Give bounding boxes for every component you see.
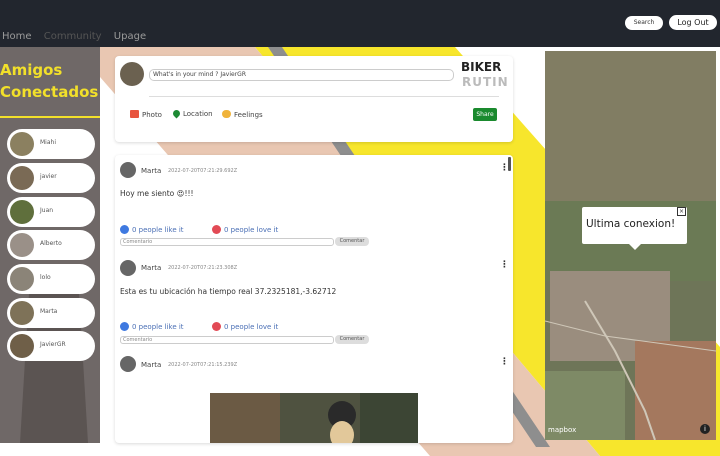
like-button[interactable]: 0 people like it	[120, 322, 184, 331]
friend-item[interactable]: Marta	[7, 298, 95, 328]
info-icon[interactable]: i	[700, 424, 710, 434]
friend-item[interactable]: Miahi	[7, 129, 95, 159]
location-pin-icon	[171, 108, 182, 119]
nav-home[interactable]: Home	[2, 31, 32, 42]
love-button[interactable]: 0 people love it	[212, 225, 278, 234]
close-icon[interactable]: ×	[677, 207, 686, 216]
more-options-icon[interactable]: ⋮	[500, 163, 509, 173]
photo-icon	[130, 110, 139, 118]
feelings-button[interactable]: Feelings	[222, 110, 263, 119]
logout-button[interactable]: Log Out	[669, 15, 717, 30]
selfie-photo	[210, 393, 418, 443]
post-text: Hoy me siento 😍!!!	[120, 189, 194, 198]
post-author: Marta	[141, 264, 162, 272]
post-text: Esta es tu ubicación ha tiempo real 37.2…	[120, 287, 337, 296]
sidebar-divider	[0, 116, 100, 118]
posts-feed[interactable]: Marta 2022-07-20T07:21:29.692Z ⋮ Hoy me …	[115, 155, 513, 443]
comment-button[interactable]: Comentar	[335, 237, 369, 246]
post-date: 2022-07-20T07:21:29.692Z	[168, 168, 238, 174]
post-author: Marta	[141, 361, 162, 369]
comment-input[interactable]: Comentario	[120, 238, 334, 246]
friend-item[interactable]: lolo	[7, 264, 95, 294]
nav-community[interactable]: Community	[44, 31, 102, 42]
heart-icon	[212, 322, 221, 331]
avatar	[120, 62, 144, 86]
thumbs-up-icon	[120, 225, 129, 234]
friend-item[interactable]: Alberto	[7, 230, 95, 260]
avatar	[10, 166, 34, 190]
popup-text: Ultima conexion!	[586, 218, 676, 230]
post-input[interactable]: What's in your mind ? JavierGR	[149, 69, 454, 81]
avatar	[120, 356, 136, 372]
avatar	[10, 132, 34, 156]
logo-biker: BIKER	[461, 60, 502, 74]
post-author: Marta	[141, 167, 162, 175]
sidebar-title: Amigos Conectados	[0, 61, 99, 101]
post-composer: What's in your mind ? JavierGR BIKER RUT…	[115, 56, 513, 142]
post-date: 2022-07-20T07:21:23.308Z	[168, 265, 238, 271]
avatar	[10, 267, 34, 291]
mapbox-attribution[interactable]: mapbox	[548, 426, 576, 434]
comment-input[interactable]: Comentario	[120, 336, 334, 344]
friend-item[interactable]: javier	[7, 163, 95, 193]
avatar	[10, 334, 34, 358]
avatar	[120, 162, 136, 178]
avatar	[120, 260, 136, 276]
more-options-icon[interactable]: ⋮	[500, 260, 509, 270]
avatar	[10, 200, 34, 224]
avatar	[10, 233, 34, 257]
thumbs-up-icon	[120, 322, 129, 331]
nav-upage[interactable]: Upage	[114, 31, 146, 42]
more-options-icon[interactable]: ⋮	[500, 357, 509, 367]
location-button[interactable]: Location	[171, 108, 213, 119]
map-popup: Ultima conexion! ×	[582, 207, 687, 244]
avatar	[10, 301, 34, 325]
logo-rutin: RUTIN	[462, 75, 509, 89]
share-button[interactable]: Share	[473, 108, 497, 121]
comment-button[interactable]: Comentar	[335, 335, 369, 344]
divider	[149, 96, 499, 97]
post-image	[210, 393, 418, 443]
popup-pointer	[628, 243, 642, 250]
search-button[interactable]: Search	[625, 16, 663, 30]
friend-item[interactable]: JavierGR	[7, 331, 95, 361]
photo-button[interactable]: Photo	[130, 110, 162, 119]
friends-sidebar: Amigos Conectados Miahi javier Juan Albe…	[0, 47, 100, 443]
heart-icon	[212, 225, 221, 234]
smiley-icon	[222, 110, 231, 118]
post-date: 2022-07-20T07:21:15.239Z	[168, 362, 238, 368]
main-nav: Home Community Upage	[2, 31, 155, 42]
friend-item[interactable]: Juan	[7, 197, 95, 227]
love-button[interactable]: 0 people love it	[212, 322, 278, 331]
like-button[interactable]: 0 people like it	[120, 225, 184, 234]
